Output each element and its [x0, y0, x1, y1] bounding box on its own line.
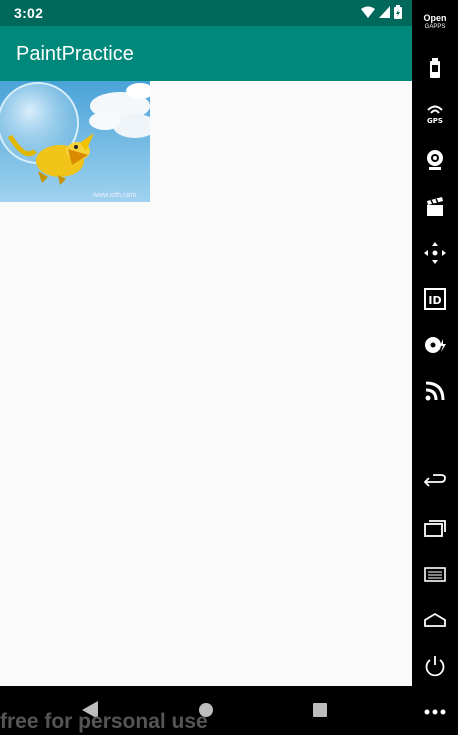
gps-icon[interactable]: GPS: [423, 102, 447, 126]
disc-icon[interactable]: [423, 333, 447, 357]
content-area: www.ioth.com: [0, 81, 412, 686]
emulator-sidebar: Open GAPPS GPS ID: [412, 0, 458, 735]
recents-nav-icon[interactable]: [312, 701, 328, 719]
recents-icon[interactable]: [423, 516, 447, 540]
image-watermark: www.ioth.com: [93, 192, 137, 199]
wifi-icon: [361, 6, 375, 18]
rss-icon[interactable]: [423, 379, 447, 403]
phone-screen: 3:02 PaintPractice www.ioth.com: [0, 0, 412, 686]
status-icons: [361, 5, 402, 19]
cartoon-bird-picture: www.ioth.com: [0, 81, 150, 202]
battery-icon[interactable]: [423, 56, 447, 80]
app-title: PaintPractice: [16, 43, 134, 65]
svg-text:ID: ID: [428, 294, 441, 307]
watermark-overlay-text: free for personal use: [0, 710, 208, 733]
power-icon[interactable]: [423, 654, 447, 678]
svg-text:GPS: GPS: [427, 117, 443, 125]
menu-icon[interactable]: [423, 562, 447, 586]
signal-icon: [379, 6, 390, 18]
more-icon[interactable]: [423, 700, 447, 724]
status-bar: 3:02: [0, 0, 412, 26]
home-icon[interactable]: [423, 608, 447, 632]
back-icon[interactable]: [423, 470, 447, 494]
battery-status-icon: [394, 5, 402, 19]
status-time: 3:02: [14, 5, 44, 21]
id-icon[interactable]: ID: [423, 287, 447, 311]
clapperboard-icon[interactable]: [423, 195, 447, 219]
camera-icon[interactable]: [423, 148, 447, 172]
app-bar: PaintPractice: [0, 26, 412, 81]
opengapps-label[interactable]: Open GAPPS: [412, 14, 458, 32]
navigation-bar: free for personal use: [0, 686, 412, 735]
move-icon[interactable]: [423, 241, 447, 265]
